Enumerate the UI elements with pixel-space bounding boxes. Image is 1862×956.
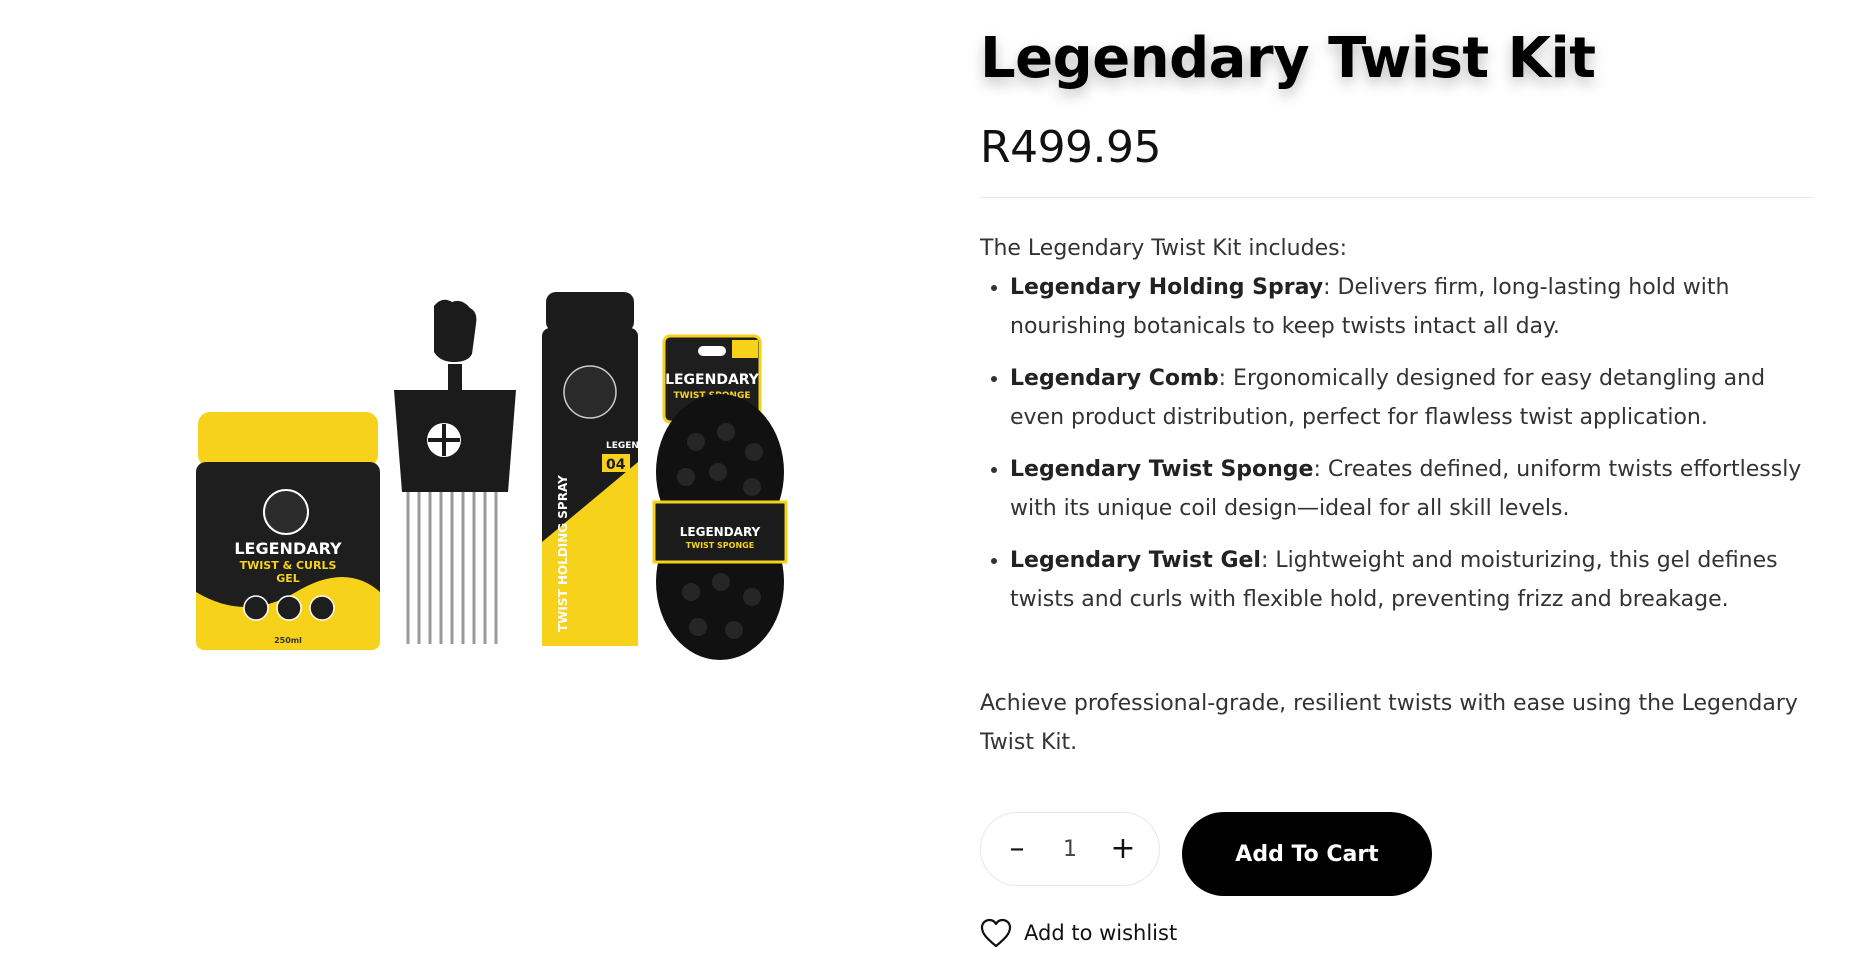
svg-text:TWIST HOLDING SPRAY: TWIST HOLDING SPRAY (556, 475, 570, 632)
afro-comb (394, 299, 516, 644)
minus-icon[interactable]: – (999, 831, 1035, 867)
product-gallery: LEGENDARY TWIST & CURLS GEL 250ml LEGEND… (0, 0, 960, 956)
add-to-cart-button[interactable]: Add To Cart (1182, 812, 1432, 896)
svg-text:TWIST & CURLS: TWIST & CURLS (240, 559, 337, 572)
quantity-input[interactable] (1043, 835, 1097, 863)
product-title: Legendary Twist Kit (980, 26, 1596, 91)
quantity-stepper: – + (980, 812, 1160, 886)
svg-text:04: 04 (606, 457, 626, 473)
add-to-wishlist-link[interactable]: Add to wishlist (980, 918, 1177, 948)
item-name: Legendary Comb (1010, 366, 1219, 391)
item-name: Legendary Twist Sponge (1010, 457, 1314, 482)
item-name: Legendary Holding Spray (1010, 275, 1324, 300)
description-intro: The Legendary Twist Kit includes: (980, 236, 1347, 261)
divider (980, 197, 1814, 198)
description-outro: Achieve professional-grade, resilient tw… (980, 691, 1798, 755)
product-price: R499.95 (980, 122, 1162, 173)
list-item: Legendary Comb: Ergonomically designed f… (1010, 359, 1814, 437)
svg-text:TWIST SPONGE: TWIST SPONGE (686, 541, 754, 550)
twist-sponge: LEGENDARY TWIST SPONGE LEGENDARY TWIST S… (652, 334, 788, 660)
product-description: The Legendary Twist Kit includes: Legend… (980, 229, 1814, 632)
wishlist-heart-icon (980, 918, 1012, 948)
svg-text:LEGENDARY: LEGENDARY (680, 525, 761, 539)
svg-text:LEGENDARY: LEGENDARY (665, 372, 760, 388)
list-item: Legendary Twist Gel: Lightweight and moi… (1010, 541, 1814, 619)
wishlist-label: Add to wishlist (1024, 921, 1178, 945)
product-image: LEGENDARY TWIST & CURLS GEL 250ml LEGEND… (196, 292, 788, 660)
svg-text:LEGENDARY: LEGENDARY (234, 539, 342, 558)
holding-spray-can: LEGENDARY 04 TWIST HOLDING SPRAY (542, 292, 667, 646)
item-name: Legendary Twist Gel (1010, 548, 1261, 573)
svg-text:250ml: 250ml (274, 636, 302, 645)
list-item: Legendary Holding Spray: Delivers firm, … (1010, 268, 1814, 346)
gel-jar: LEGENDARY TWIST & CURLS GEL 250ml (196, 412, 380, 650)
svg-text:GEL: GEL (276, 572, 300, 585)
kit-contents-list: Legendary Holding Spray: Delivers firm, … (980, 268, 1814, 619)
plus-icon[interactable]: + (1105, 831, 1141, 867)
svg-text:LEGENDARY: LEGENDARY (606, 441, 667, 451)
list-item: Legendary Twist Sponge: Creates defined,… (1010, 450, 1814, 528)
